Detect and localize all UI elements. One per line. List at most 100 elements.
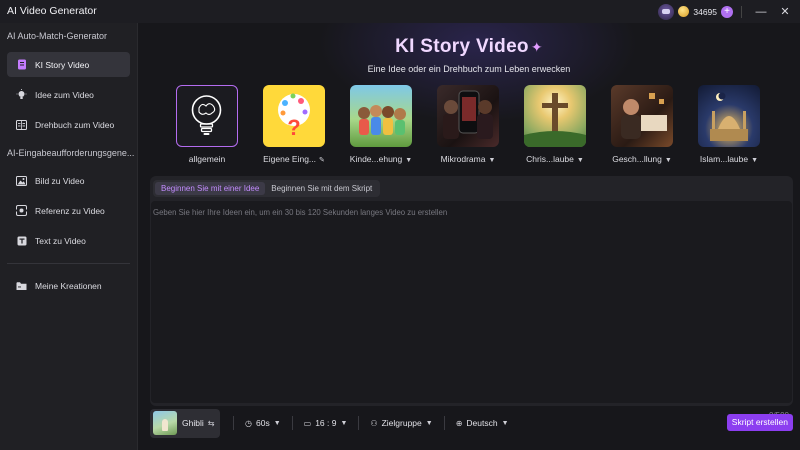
template-thumb — [176, 85, 238, 147]
template-card-allgemein[interactable]: allgemein — [174, 85, 240, 164]
chevron-down-icon: ▼ — [273, 419, 281, 427]
duration-select[interactable]: ◷ 60s ▼ — [233, 416, 292, 430]
close-button[interactable]: ✕ — [776, 5, 794, 18]
sidebar-divider — [7, 263, 130, 264]
reference-icon — [16, 205, 27, 216]
template-label: Islam...laube ▼ — [696, 154, 762, 164]
language-value: Deutsch — [466, 418, 498, 428]
template-label-text: Gesch...llung — [612, 154, 662, 164]
chevron-down-icon[interactable]: ▼ — [665, 157, 672, 164]
sidebar-item-bild-zu-video[interactable]: Bild zu Video — [7, 168, 130, 193]
idea-input[interactable]: Geben Sie hier Ihre Ideen ein, um ein 30… — [151, 201, 792, 403]
template-label-text: Mikrodrama — [440, 154, 486, 164]
template-card-eigene-eingabe[interactable]: ? Eigene Eing... ✎ — [261, 85, 327, 164]
language-select[interactable]: ⊕ Deutsch ▼ — [443, 416, 520, 430]
sidebar-section-auto-match: AI Auto-Match-Generator — [7, 31, 108, 41]
magic-wand-icon: ✦ — [530, 39, 543, 55]
style-thumbnail — [153, 411, 177, 435]
chevron-down-icon[interactable]: ▼ — [405, 157, 412, 164]
audience-value: Zielgruppe — [381, 418, 422, 428]
template-thumb — [698, 85, 760, 147]
globe-icon: ⊕ — [455, 418, 463, 428]
aspect-ratio-select[interactable]: ▭ 16 : 9 ▼ — [291, 416, 359, 430]
sidebar-item-drehbuch-zum-video[interactable]: Drehbuch zum Video — [7, 112, 130, 137]
sidebar-item-label: Meine Kreationen — [35, 280, 102, 291]
coin-icon — [678, 6, 690, 17]
tab-script[interactable]: Beginnen Sie mit dem Skript — [265, 182, 378, 195]
template-label: Eigene Eing... ✎ — [261, 154, 327, 164]
chevron-down-icon[interactable]: ▼ — [577, 157, 584, 164]
page-title: KI Story Video ✦ — [138, 36, 800, 58]
editor-tabs: Beginnen Sie mit einer Idee Beginnen Sie… — [153, 180, 381, 197]
clock-icon: ◷ — [245, 418, 252, 428]
template-label-text: Islam...laube — [699, 154, 749, 164]
chevron-down-icon: ▼ — [340, 419, 348, 427]
template-thumb — [437, 85, 499, 147]
page-subtitle: Eine Idee oder ein Drehbuch zum Leben er… — [367, 64, 571, 74]
audience-select[interactable]: ⚇ Zielgruppe ▼ — [358, 416, 443, 430]
edit-icon[interactable]: ✎ — [319, 157, 325, 164]
sidebar-item-meine-kreationen[interactable]: Meine Kreationen — [7, 273, 130, 298]
template-label: Chris...laube ▼ — [522, 154, 588, 164]
main-panel: KI Story Video ✦ Eine Idee oder ein Drehb… — [138, 23, 800, 450]
sidebar-item-label: Text zu Video — [35, 235, 86, 246]
chevron-down-icon: ▼ — [425, 419, 433, 427]
sidebar-item-label: Idee zum Video — [35, 89, 94, 100]
sidebar-item-referenz-zu-video[interactable]: Referenz zu Video — [7, 198, 130, 223]
aspect-ratio-icon: ▭ — [303, 418, 312, 428]
add-credits-button[interactable]: + — [721, 5, 733, 18]
sidebar: AI Auto-Match-Generator KI Story Video I… — [0, 23, 138, 450]
template-card-geschichtenerzaehlung[interactable]: Gesch...llung ▼ — [609, 85, 675, 164]
tab-idea[interactable]: Beginnen Sie mit einer Idee — [155, 182, 266, 195]
template-card-christlicher-glaube[interactable]: Chris...laube ▼ — [522, 85, 588, 164]
sidebar-item-ki-story-video[interactable]: KI Story Video — [7, 52, 130, 77]
sidebar-item-idee-zum-video[interactable]: Idee zum Video — [7, 82, 130, 107]
template-cards: allgemein ? Eigene Eing... ✎ Kinde...ehu… — [174, 85, 774, 175]
sidebar-item-label: Referenz zu Video — [35, 205, 105, 216]
template-thumb — [524, 85, 586, 147]
sidebar-section-prompt-generator: AI-Eingabeaufforderungsgene... — [7, 148, 135, 158]
template-card-islamischer-glaube[interactable]: Islam...laube ▼ — [696, 85, 762, 164]
minimize-button[interactable]: — — [752, 6, 770, 18]
style-selector[interactable]: Ghibli ⇆ — [150, 408, 220, 438]
page-title-text: KI Story Video — [395, 36, 529, 57]
sidebar-item-text-zu-video[interactable]: Text zu Video — [7, 228, 130, 253]
template-thumb: ? — [263, 85, 325, 147]
image-icon — [16, 175, 27, 186]
template-label-text: Eigene Eing... — [263, 154, 317, 164]
script-icon — [16, 119, 27, 130]
title-bar: AI Video Generator 34695 + — ✕ — [0, 0, 800, 23]
sidebar-item-label: KI Story Video — [35, 59, 90, 70]
duration-value: 60s — [255, 418, 270, 428]
audience-icon: ⚇ — [370, 418, 378, 428]
sidebar-item-label: Bild zu Video — [35, 175, 85, 186]
app-title: AI Video Generator — [7, 5, 97, 17]
titlebar-divider — [741, 5, 742, 18]
template-label-text: allgemein — [188, 154, 226, 164]
chevron-down-icon: ▼ — [501, 419, 509, 427]
folder-icon — [16, 280, 27, 291]
options-bar: Ghibli ⇆ ◷ 60s ▼ ▭ 16 : 9 ▼ ⚇ Zielgruppe… — [150, 406, 793, 440]
sidebar-item-label: Drehbuch zum Video — [35, 119, 115, 130]
chevron-down-icon[interactable]: ▼ — [488, 157, 495, 164]
template-card-kindererziehung[interactable]: Kinde...ehung ▼ — [348, 85, 414, 164]
credits-count: 34695 — [693, 6, 717, 17]
template-label: Gesch...llung ▼ — [609, 154, 675, 164]
template-thumb — [350, 85, 412, 147]
bulb-icon — [16, 89, 27, 100]
style-name: Ghibli — [182, 418, 204, 428]
story-icon — [16, 59, 27, 70]
chevron-down-icon[interactable]: ▼ — [751, 157, 758, 164]
text-icon — [16, 235, 27, 246]
template-label-text: Kinde...ehung — [349, 154, 403, 164]
template-card-mikrodrama[interactable]: Mikrodrama ▼ — [435, 85, 501, 164]
user-avatar[interactable] — [658, 3, 675, 20]
aspect-ratio-value: 16 : 9 — [315, 418, 337, 428]
template-label: allgemein — [174, 154, 240, 164]
idea-editor-panel: Beginnen Sie mit einer Idee Beginnen Sie… — [150, 176, 793, 420]
template-thumb — [611, 85, 673, 147]
svg-text:?: ? — [287, 115, 300, 140]
swap-icon: ⇆ — [207, 418, 215, 428]
template-label: Kinde...ehung ▼ — [348, 154, 414, 164]
create-script-button[interactable]: Skript erstellen — [726, 414, 793, 431]
